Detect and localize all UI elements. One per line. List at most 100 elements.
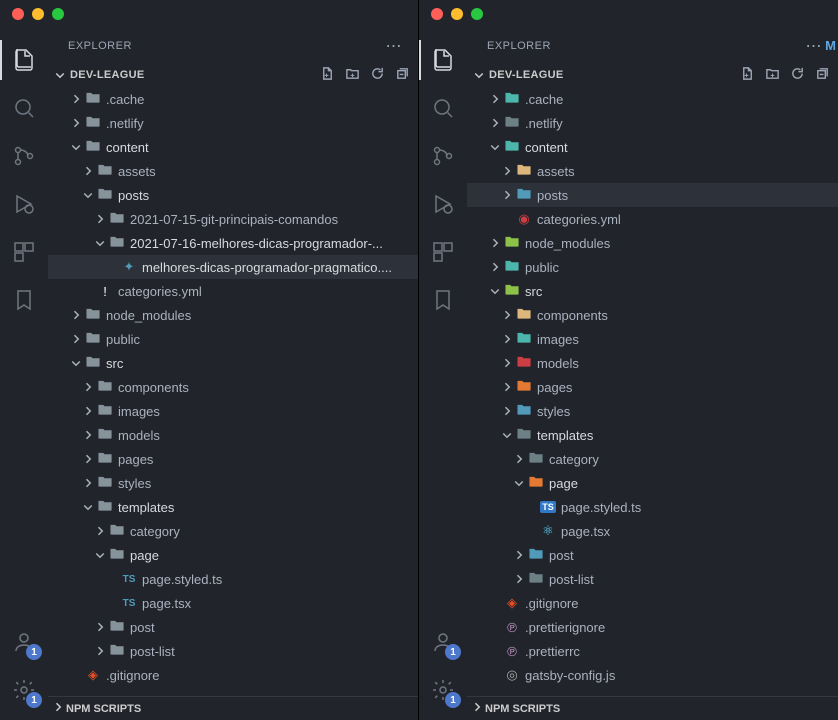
tree-item-label: src	[525, 284, 542, 299]
activity-run-debug-icon[interactable]	[0, 180, 48, 228]
chevron-icon	[68, 93, 84, 105]
refresh-icon[interactable]	[370, 66, 385, 84]
tree-row[interactable]: node_modules	[48, 303, 418, 327]
activity-account-icon[interactable]: 1	[0, 618, 48, 666]
activity-bookmark-icon[interactable]	[0, 276, 48, 324]
tree-row[interactable]: ⚛ page.tsx	[467, 519, 838, 543]
activity-account-icon[interactable]: 1	[419, 618, 467, 666]
activity-extensions-icon[interactable]	[419, 228, 467, 276]
tree-row[interactable]: images	[48, 399, 418, 423]
maximize-window-icon[interactable]	[52, 8, 64, 20]
tree-row[interactable]: models	[467, 351, 838, 375]
tree-row[interactable]: components	[467, 303, 838, 327]
tree-row[interactable]: pages	[48, 447, 418, 471]
activity-explorer-icon[interactable]	[419, 36, 467, 84]
tree-row[interactable]: TS page.tsx	[48, 591, 418, 615]
tree-row[interactable]: post	[467, 543, 838, 567]
tree-row[interactable]: .cache	[48, 87, 418, 111]
file-type-icon	[515, 162, 533, 180]
tree-row[interactable]: node_modules	[467, 231, 838, 255]
tree-row[interactable]: page	[467, 471, 838, 495]
tree-item-label: .gitignore	[525, 596, 578, 611]
minimize-window-icon[interactable]	[451, 8, 463, 20]
activity-source-control-icon[interactable]	[419, 132, 467, 180]
tree-row[interactable]: page	[48, 543, 418, 567]
chevron-down-icon	[52, 69, 68, 81]
tree-row[interactable]: assets	[467, 159, 838, 183]
collapse-all-icon[interactable]	[815, 66, 830, 84]
refresh-icon[interactable]	[790, 66, 805, 84]
activity-settings-icon[interactable]: 1	[419, 666, 467, 714]
npm-scripts-section[interactable]: NPM SCRIPTS	[48, 696, 418, 720]
tree-row[interactable]: .netlify	[48, 111, 418, 135]
tree-row[interactable]: ◎ gatsby-config.js	[467, 663, 838, 687]
file-type-icon	[84, 90, 102, 108]
account-badge: 1	[26, 644, 42, 660]
npm-scripts-section[interactable]: NPM SCRIPTS	[467, 696, 838, 720]
project-section-header[interactable]: DEV-LEAGUE	[467, 63, 838, 87]
tree-row[interactable]: ◉ categories.yml	[467, 207, 838, 231]
chevron-icon	[80, 477, 96, 489]
tree-row[interactable]: assets	[48, 159, 418, 183]
file-tree[interactable]: .cache .netlify content assets posts	[48, 87, 418, 696]
new-file-icon[interactable]	[740, 66, 755, 84]
tree-row[interactable]: ◈ .gitignore	[467, 591, 838, 615]
tree-row[interactable]: content	[467, 135, 838, 159]
tree-row[interactable]: .netlify	[467, 111, 838, 135]
tree-row[interactable]: TS page.styled.ts	[48, 567, 418, 591]
tree-row[interactable]: category	[467, 447, 838, 471]
file-type-icon: ℗	[503, 644, 521, 659]
tree-row[interactable]: content	[48, 135, 418, 159]
tree-row[interactable]: styles	[467, 399, 838, 423]
file-tree[interactable]: .cache .netlify content assets posts	[467, 87, 838, 696]
collapse-all-icon[interactable]	[395, 66, 410, 84]
maximize-window-icon[interactable]	[471, 8, 483, 20]
tree-row[interactable]: public	[467, 255, 838, 279]
tree-row[interactable]: posts	[48, 183, 418, 207]
close-window-icon[interactable]	[431, 8, 443, 20]
tree-row[interactable]: styles	[48, 471, 418, 495]
tree-row[interactable]: templates	[467, 423, 838, 447]
tree-row[interactable]: post	[48, 615, 418, 639]
tree-row[interactable]: public	[48, 327, 418, 351]
tree-row[interactable]: ! categories.yml	[48, 279, 418, 303]
tree-row[interactable]: src	[467, 279, 838, 303]
activity-extensions-icon[interactable]	[0, 228, 48, 276]
activity-search-icon[interactable]	[0, 84, 48, 132]
tree-row[interactable]: category	[48, 519, 418, 543]
tree-row[interactable]: 2021-07-16-melhores-dicas-programador-..…	[48, 231, 418, 255]
tree-row[interactable]: ℗ .prettierrc	[467, 639, 838, 663]
tree-row[interactable]: posts	[467, 183, 838, 207]
activity-explorer-icon[interactable]	[0, 36, 48, 84]
activity-run-debug-icon[interactable]	[419, 180, 467, 228]
project-section-header[interactable]: DEV-LEAGUE	[48, 63, 418, 87]
tree-row[interactable]: components	[48, 375, 418, 399]
activity-search-icon[interactable]	[419, 84, 467, 132]
tree-row[interactable]: models	[48, 423, 418, 447]
tree-row[interactable]: post-list	[467, 567, 838, 591]
activity-source-control-icon[interactable]	[0, 132, 48, 180]
tree-row[interactable]: ℗ .prettierignore	[467, 615, 838, 639]
tree-row[interactable]: 2021-07-15-git-principais-comandos	[48, 207, 418, 231]
tree-row[interactable]: templates	[48, 495, 418, 519]
minimize-window-icon[interactable]	[32, 8, 44, 20]
tree-row[interactable]: ✦ melhores-dicas-programador-pragmatico.…	[48, 255, 418, 279]
tree-item-label: models	[118, 428, 160, 443]
tree-item-label: images	[537, 332, 579, 347]
project-name: DEV-LEAGUE	[489, 69, 738, 81]
tree-row[interactable]: pages	[467, 375, 838, 399]
new-folder-icon[interactable]	[765, 66, 780, 84]
sidebar-more-icon[interactable]: ⋯	[806, 36, 823, 56]
activity-settings-icon[interactable]: 1	[0, 666, 48, 714]
tree-row[interactable]: ◈ .gitignore	[48, 663, 418, 687]
new-file-icon[interactable]	[320, 66, 335, 84]
close-window-icon[interactable]	[12, 8, 24, 20]
tree-row[interactable]: src	[48, 351, 418, 375]
activity-bookmark-icon[interactable]	[419, 276, 467, 324]
tree-row[interactable]: post-list	[48, 639, 418, 663]
tree-row[interactable]: TS page.styled.ts	[467, 495, 838, 519]
new-folder-icon[interactable]	[345, 66, 360, 84]
tree-row[interactable]: .cache	[467, 87, 838, 111]
tree-row[interactable]: images	[467, 327, 838, 351]
sidebar-more-icon[interactable]: ⋯	[386, 36, 403, 56]
